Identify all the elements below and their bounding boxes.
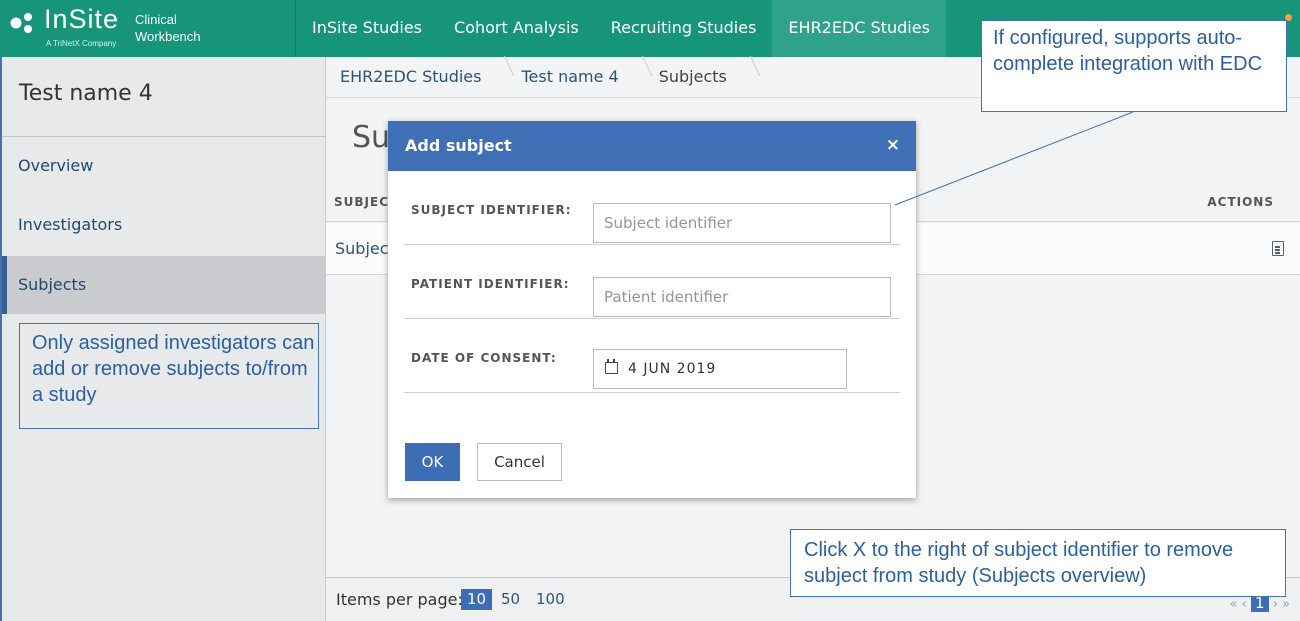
items-per-page-label: Items per page: (336, 590, 463, 609)
callout-edc-integration: If configured, supports auto-complete in… (981, 20, 1287, 112)
page-size-10[interactable]: 10 (461, 589, 493, 610)
dialog-header: Add subject × (388, 121, 916, 171)
product-name: Clinical Workbench (135, 11, 201, 45)
page-size-100[interactable]: 100 (536, 590, 565, 608)
breadcrumb-ehr2edc-studies[interactable]: EHR2EDC Studies (326, 57, 507, 97)
subject-identifier-label: SUBJECT IDENTIFIER: (411, 203, 572, 217)
add-subject-dialog: Add subject × SUBJECT IDENTIFIER: PATIEN… (388, 121, 916, 498)
subject-identifier-input[interactable] (593, 203, 891, 243)
main-nav: InSite Studies Cohort Analysis Recruitin… (296, 0, 946, 57)
breadcrumb-subjects: Subjects (645, 57, 753, 97)
date-of-consent-row: DATE OF CONSENT: 4 JUN 2019 (404, 319, 900, 393)
brand-tagline: A TriNetX Company (46, 39, 117, 48)
breadcrumb-study[interactable]: Test name 4 (507, 57, 644, 97)
callout-remove-subject: Click X to the right of subject identifi… (790, 529, 1286, 597)
page-title: Su (352, 120, 391, 155)
date-of-consent-label: DATE OF CONSENT: (411, 351, 557, 365)
first-page-icon[interactable]: « (1230, 597, 1238, 612)
page-size-50[interactable]: 50 (501, 590, 520, 608)
logo-dots-icon (10, 13, 32, 33)
date-of-consent-picker[interactable]: 4 JUN 2019 (593, 349, 847, 389)
date-of-consent-value: 4 JUN 2019 (628, 361, 717, 377)
calendar-icon (605, 359, 618, 374)
brand-name: InSite (44, 4, 120, 34)
product-name-line1: Clinical (135, 12, 177, 27)
sidebar-item-subjects[interactable]: Subjects (2, 256, 326, 314)
nav-insite-studies[interactable]: InSite Studies (296, 0, 438, 57)
prev-page-icon[interactable]: ‹ (1242, 597, 1247, 612)
nav-recruiting-studies[interactable]: Recruiting Studies (595, 0, 773, 57)
subject-identifier-row: SUBJECT IDENTIFIER: (404, 171, 900, 245)
patient-identifier-label: PATIENT IDENTIFIER: (411, 277, 570, 291)
subject-link[interactable]: Subject (335, 239, 395, 258)
close-icon[interactable]: × (886, 135, 900, 155)
next-page-icon[interactable]: › (1273, 597, 1278, 612)
nav-cohort-analysis[interactable]: Cohort Analysis (438, 0, 595, 57)
sidebar-item-overview[interactable]: Overview (2, 137, 326, 195)
nav-ehr2edc-studies[interactable]: EHR2EDC Studies (772, 0, 946, 57)
product-name-line2: Workbench (135, 29, 201, 44)
ok-button[interactable]: OK (405, 443, 460, 481)
sidebar-item-investigators[interactable]: Investigators (2, 196, 326, 254)
study-title: Test name 4 (19, 81, 153, 106)
callout-investigators: Only assigned investigators can add or r… (19, 323, 319, 429)
document-icon[interactable] (1272, 241, 1284, 256)
app-logo[interactable]: InSite A TriNetX Company Clinical Workbe… (0, 0, 296, 57)
patient-identifier-input[interactable] (593, 277, 891, 317)
last-page-icon[interactable]: » (1282, 597, 1290, 612)
patient-identifier-row: PATIENT IDENTIFIER: (404, 245, 900, 319)
cancel-button[interactable]: Cancel (477, 443, 562, 481)
dialog-title: Add subject (405, 136, 512, 155)
column-header-actions: ACTIONS (1207, 195, 1274, 209)
